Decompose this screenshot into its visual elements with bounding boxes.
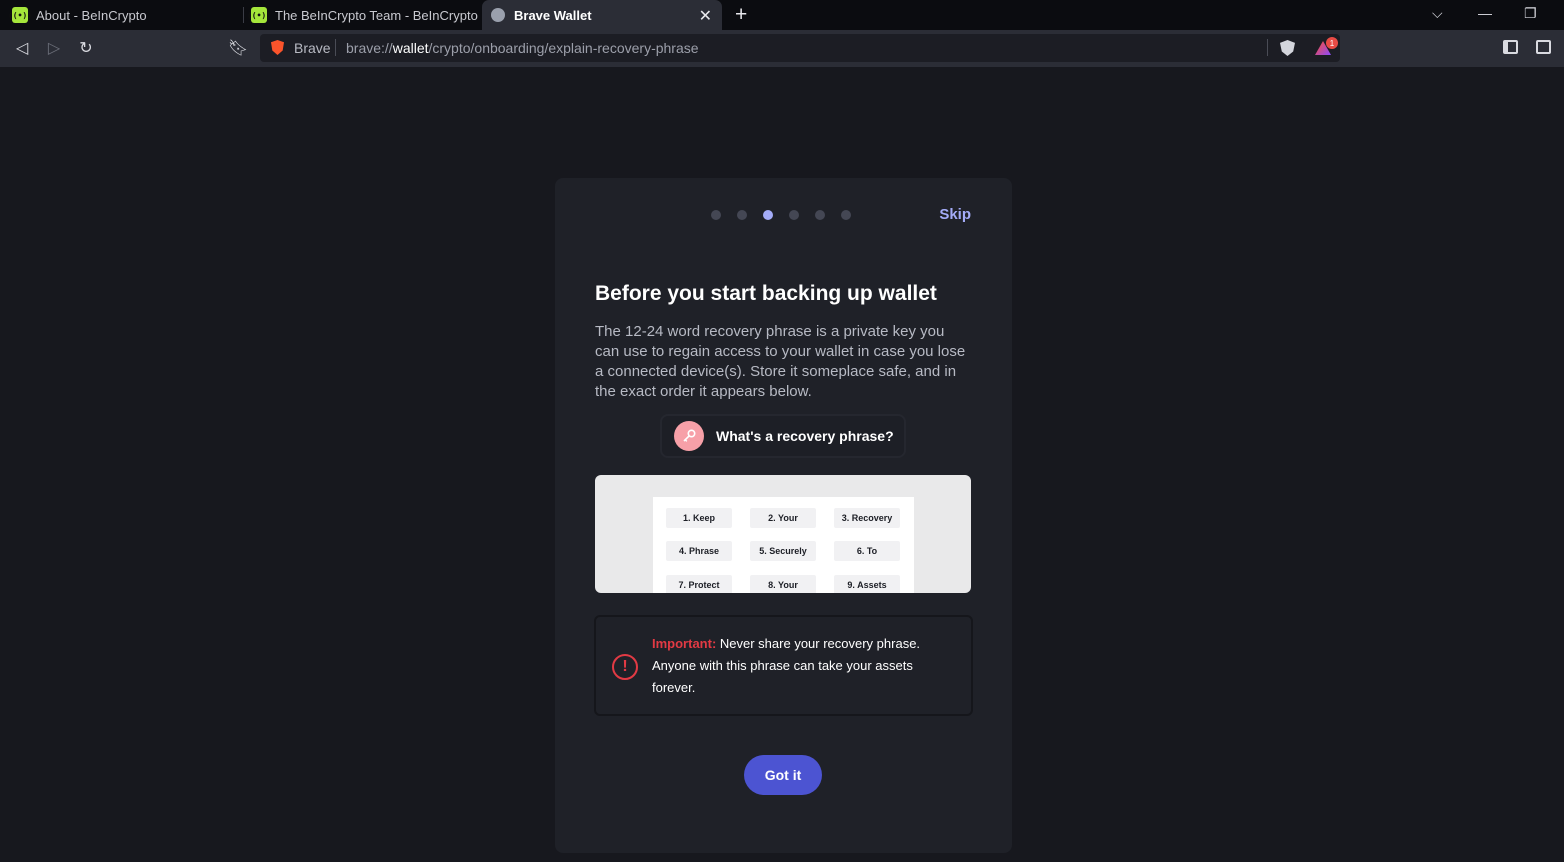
phrase-word: 8. Your (750, 575, 816, 593)
globe-icon (491, 8, 505, 22)
reload-icon[interactable]: ↻ (76, 38, 96, 58)
beincrypto-icon: ((•)) (247, 7, 271, 23)
wallet-icon[interactable] (1536, 40, 1551, 54)
got-it-button[interactable]: Got it (744, 755, 822, 795)
key-icon (674, 421, 704, 451)
page-title: Before you start backing up wallet (595, 282, 937, 305)
address-bar[interactable]: Brave brave://wallet/crypto/onboarding/e… (260, 34, 1340, 62)
whats-recovery-phrase-button[interactable]: What's a recovery phrase? (660, 414, 906, 458)
step-dot (815, 210, 825, 220)
brave-shields-icon[interactable] (1280, 40, 1295, 56)
sidebar-toggle-icon[interactable] (1503, 40, 1518, 54)
warning-text: Important: Never share your recovery phr… (652, 636, 921, 695)
url-text[interactable]: brave://wallet/crypto/onboarding/explain… (346, 40, 699, 56)
beincrypto-icon: ((•)) (8, 7, 32, 23)
onboarding-card: Skip Before you start backing up wallet … (555, 178, 1012, 853)
page-description: The 12-24 word recovery phrase is a priv… (595, 323, 966, 400)
tab-separator (243, 7, 244, 23)
phrase-word: 6. To (834, 541, 900, 561)
phrase-word: 5. Securely (750, 541, 816, 561)
step-dot (789, 210, 799, 220)
tab-title: About - BeInCrypto (36, 7, 147, 23)
back-icon[interactable]: ◁ (12, 38, 32, 58)
page-content: Skip Before you start backing up wallet … (0, 67, 1564, 862)
phrase-word: 3. Recovery (834, 508, 900, 528)
step-dot-active (763, 210, 773, 220)
tab-title: The BeInCrypto Team - BeInCrypto (275, 7, 478, 23)
step-indicator (711, 210, 851, 220)
forward-icon[interactable]: ▷ (44, 38, 64, 58)
browser-toolbar: ◁ ▷ ↻ 🔖︎ Brave brave://wallet/crypto/onb… (0, 30, 1564, 67)
step-dot (737, 210, 747, 220)
phrase-word: 7. Protect (666, 575, 732, 593)
tab-strip: ((•)) About - BeInCrypto ((•)) The BeInC… (0, 0, 1564, 30)
rewards-badge: 1 (1326, 37, 1338, 49)
step-dot (841, 210, 851, 220)
recovery-phrase-illustration: 1. Keep 2. Your 3. Recovery 4. Phrase 5.… (595, 475, 971, 593)
alert-icon: ! (612, 654, 638, 680)
close-tab-icon[interactable]: ✕ (699, 6, 712, 26)
tab-brave-wallet[interactable]: Brave Wallet ✕ (482, 0, 722, 30)
tab-search-chevron-icon[interactable]: ⌵ (1432, 5, 1443, 22)
step-dot (711, 210, 721, 220)
minimize-icon[interactable]: — (1478, 5, 1492, 21)
brave-shield-icon (271, 40, 284, 55)
tab-title: Brave Wallet (514, 7, 592, 23)
restore-icon[interactable]: ❐ (1524, 5, 1537, 22)
new-tab-button[interactable]: + (735, 3, 747, 27)
phrase-word: 4. Phrase (666, 541, 732, 561)
phrase-word: 2. Your (750, 508, 816, 528)
bookmark-icon[interactable]: 🔖︎ (228, 38, 248, 58)
omnibox-separator (335, 39, 336, 56)
whats-recovery-phrase-label: What's a recovery phrase? (716, 428, 894, 444)
phrase-word: 1. Keep (666, 508, 732, 528)
tab-beincrypto-team[interactable]: ((•)) The BeInCrypto Team - BeInCrypto (247, 0, 481, 30)
omnibox-brave-label: Brave (294, 40, 331, 56)
phrase-sheet: 1. Keep 2. Your 3. Recovery 4. Phrase 5.… (653, 497, 914, 593)
skip-button[interactable]: Skip (939, 206, 971, 223)
omnibox-divider (1267, 39, 1268, 56)
tab-about-beincrypto[interactable]: ((•)) About - BeInCrypto (8, 0, 242, 30)
important-warning: ! Important: Never share your recovery p… (594, 615, 973, 716)
phrase-word: 9. Assets (834, 575, 900, 593)
